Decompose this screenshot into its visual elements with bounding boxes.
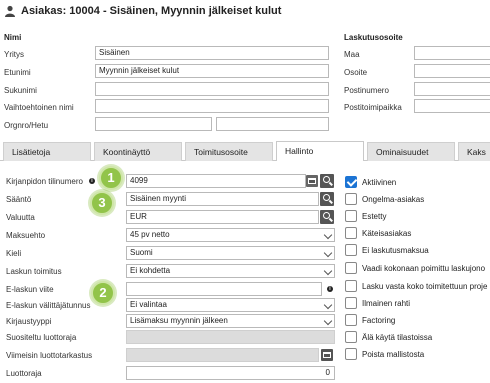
einvoice-operator-value: Ei valintaa	[130, 300, 167, 309]
credit-limit-label: Luottoraja	[6, 369, 42, 378]
factoring-checkbox[interactable]	[345, 314, 357, 326]
postcode-label: Postinumero	[344, 86, 389, 95]
orgno-label: Orgnro/Hetu	[4, 121, 49, 130]
info-icon: i	[327, 286, 333, 292]
free-freight-label: Ilmainen rahti	[362, 299, 411, 308]
remove-from-collection-label: Poista mallistosta	[362, 350, 425, 359]
chevron-down-icon	[323, 316, 333, 326]
no-invoice-fee-checkbox[interactable]	[345, 244, 357, 256]
invoice-after-project-label: Lasku vasta koko toimitettuun proje	[362, 282, 488, 291]
posting-type-select[interactable]: Lisämaksu myynnin jälkeen	[126, 314, 335, 328]
invoice-after-project-checkbox[interactable]	[345, 280, 357, 292]
posting-type-label: Kirjaustyyppi	[6, 317, 52, 326]
account-lookup-icon[interactable]	[306, 175, 318, 187]
alt-name-input[interactable]	[95, 99, 329, 113]
last-credit-check-label: Viimeisin luottotarkastus	[6, 351, 93, 360]
chevron-down-icon	[323, 230, 333, 240]
invoice-delivery-label: Laskun toimitus	[6, 267, 62, 276]
address-label: Osoite	[344, 68, 368, 77]
remove-from-collection-checkbox[interactable]	[345, 348, 357, 360]
invoice-delivery-value: Ei kohdetta	[130, 266, 171, 275]
einvoice-ref-input[interactable]	[126, 282, 322, 296]
currency-label: Valuutta	[6, 213, 35, 222]
exclude-statistics-checkbox[interactable]	[345, 331, 357, 343]
city-label: Postitoimipaikka	[344, 103, 402, 112]
city-input[interactable]	[414, 99, 490, 113]
info-icon: i	[89, 178, 95, 184]
require-picked-label: Vaadi kokonaan poimittu laskujono	[362, 264, 486, 273]
cash-customer-checkbox[interactable]	[345, 227, 357, 239]
suggested-credit-label: Suositeltu luottoraja	[6, 333, 77, 342]
callout-badge-2: 2	[91, 281, 115, 305]
cash-customer-label: Käteisasiakas	[362, 229, 412, 238]
chevron-down-icon	[323, 266, 333, 276]
country-input[interactable]	[414, 46, 490, 60]
postcode-input[interactable]	[414, 82, 490, 96]
blocked-checkbox[interactable]	[345, 210, 357, 222]
account-input[interactable]: 4099	[126, 174, 306, 188]
name-section-title: Nimi	[4, 33, 22, 42]
language-select[interactable]: Suomi	[126, 246, 335, 260]
user-icon	[5, 5, 15, 17]
tab-koontinaytto[interactable]: Koontinäyttö	[94, 142, 182, 161]
einvoice-ref-label: E-laskun viite	[6, 285, 54, 294]
no-invoice-fee-label: Ei laskutusmaksua	[362, 246, 429, 255]
tab-ominaisuudet[interactable]: Ominaisuudet	[367, 142, 455, 161]
firstname-input[interactable]: Myynnin jälkeiset kulut	[95, 64, 329, 78]
callout-badge-3: 3	[90, 191, 114, 215]
credit-limit-input[interactable]: 0	[126, 366, 335, 380]
tab-kaksi[interactable]: Kaks	[458, 142, 490, 161]
lastname-label: Sukunimi	[4, 86, 37, 95]
payment-terms-label: Maksuehto	[6, 231, 46, 240]
orgno-input-2[interactable]	[216, 117, 329, 131]
tab-lisatietoja[interactable]: Lisätietoja	[3, 142, 91, 161]
suggested-credit-input	[126, 330, 335, 344]
problem-customer-label: Ongelma-asiakas	[362, 195, 425, 204]
invoice-delivery-select[interactable]: Ei kohdetta	[126, 264, 335, 278]
active-checkbox[interactable]	[345, 176, 357, 188]
einvoice-operator-select[interactable]: Ei valintaa	[126, 298, 335, 312]
active-label: Aktiivinen	[362, 178, 397, 187]
rule-input[interactable]: Sisäinen myynti	[126, 192, 319, 206]
title-bar: Asiakas: 10004 - Sisäinen, Myynnin jälke…	[0, 0, 490, 22]
alt-name-label: Vaihtoehtoinen nimi	[4, 103, 74, 112]
callout-badge-1: 1	[99, 166, 123, 190]
payment-terms-value: 45 pv netto	[130, 230, 170, 239]
currency-input[interactable]: EUR	[126, 210, 319, 224]
company-label: Yritys	[4, 50, 24, 59]
last-credit-check-input	[126, 348, 319, 362]
address-input[interactable]	[414, 64, 490, 78]
require-picked-checkbox[interactable]	[345, 262, 357, 274]
orgno-input[interactable]	[95, 117, 212, 131]
currency-search-icon[interactable]	[320, 210, 334, 224]
language-value: Suomi	[130, 248, 153, 257]
company-input[interactable]: Sisäinen	[95, 46, 329, 60]
lastname-input[interactable]	[95, 82, 329, 96]
chevron-down-icon	[323, 248, 333, 258]
exclude-statistics-label: Älä käytä tilastoissa	[362, 333, 433, 342]
einvoice-operator-label: E-laskun välittäjätunnus	[6, 301, 91, 310]
calendar-icon[interactable]	[321, 349, 333, 361]
blocked-label: Estetty	[362, 212, 387, 221]
account-search-icon[interactable]	[320, 174, 334, 188]
tab-toimitusosoite[interactable]: Toimitusosoite	[185, 142, 273, 161]
posting-type-value: Lisämaksu myynnin jälkeen	[130, 316, 228, 325]
chevron-down-icon	[323, 300, 333, 310]
free-freight-checkbox[interactable]	[345, 297, 357, 309]
tab-hallinto[interactable]: Hallinto	[276, 141, 364, 161]
payment-terms-select[interactable]: 45 pv netto	[126, 228, 335, 242]
factoring-label: Factoring	[362, 316, 396, 325]
rule-search-icon[interactable]	[320, 192, 334, 206]
billing-section-title: Laskutusosoite	[344, 33, 403, 42]
problem-customer-checkbox[interactable]	[345, 193, 357, 205]
rule-label: Sääntö	[6, 195, 32, 204]
country-label: Maa	[344, 50, 360, 59]
firstname-label: Etunimi	[4, 68, 31, 77]
language-label: Kieli	[6, 249, 22, 258]
page-title: Asiakas: 10004 - Sisäinen, Myynnin jälke…	[21, 5, 282, 17]
account-label: Kirjanpidon tilinumero	[6, 177, 83, 186]
